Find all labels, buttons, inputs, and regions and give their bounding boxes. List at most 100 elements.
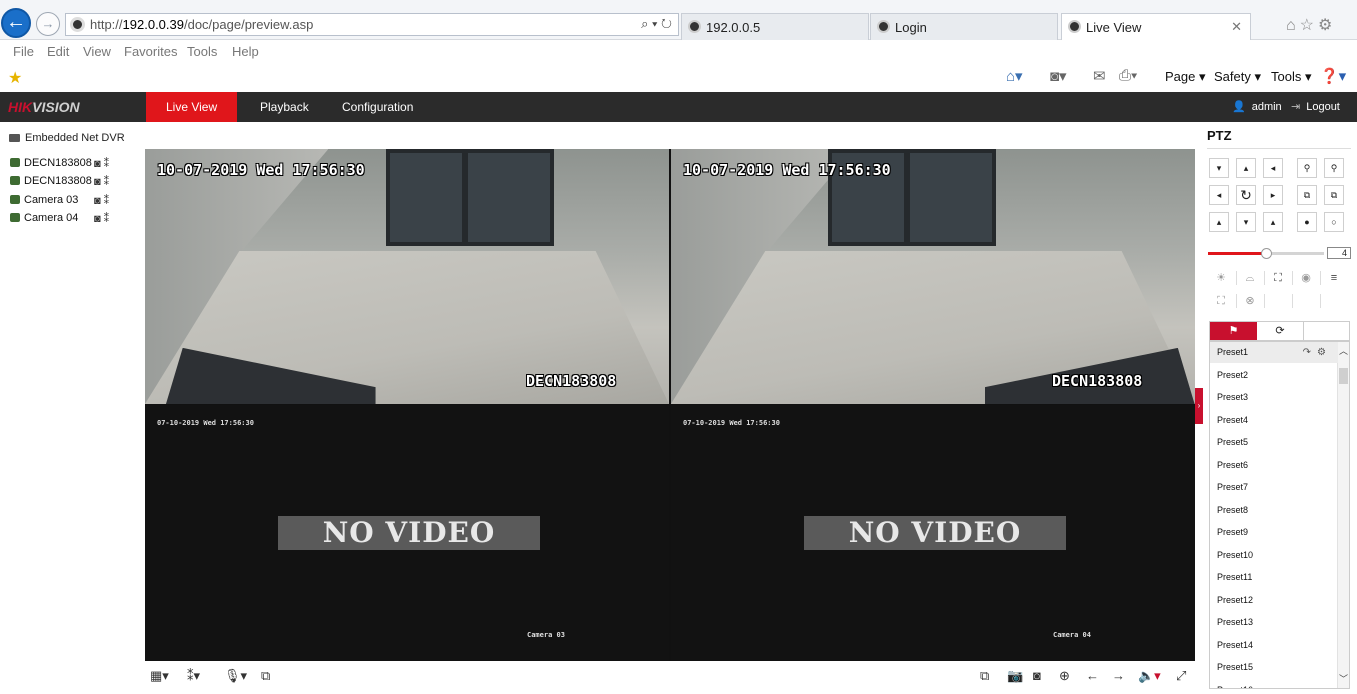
preset-item[interactable]: Preset10 bbox=[1210, 545, 1338, 566]
ptz-speed-slider[interactable] bbox=[1208, 248, 1324, 259]
ptz-control-icon[interactable]: ⁑ bbox=[104, 176, 113, 188]
preset-actions[interactable]: ↷⚙ bbox=[1303, 342, 1332, 363]
ptz-up-right-button[interactable]: ◂ bbox=[1263, 158, 1283, 178]
window-layout-icon[interactable]: ▦▾ bbox=[150, 668, 169, 684]
scroll-thumb[interactable] bbox=[1339, 368, 1348, 384]
gear-icon[interactable]: ⚙ bbox=[1318, 17, 1336, 34]
tools-menu[interactable]: Tools ▾ bbox=[1271, 69, 1312, 85]
address-search-refresh-icons[interactable]: ⌕ ▾ ↻ bbox=[641, 16, 672, 32]
auxiliary-focus-icon[interactable]: ⛶ bbox=[1267, 268, 1289, 288]
ptz-down-left-button[interactable]: ▴ bbox=[1209, 212, 1229, 232]
ptz-right-button[interactable]: ▸ bbox=[1263, 185, 1283, 205]
ptz-up-button[interactable]: ▴ bbox=[1236, 158, 1256, 178]
focus-far-icon[interactable]: ⧉ bbox=[1324, 185, 1344, 205]
ptz-up-left-button[interactable]: ▾ bbox=[1209, 158, 1229, 178]
preset-item[interactable]: Preset3 bbox=[1210, 387, 1338, 408]
previous-page-icon[interactable]: ← bbox=[1086, 668, 1099, 683]
menu-edit[interactable]: Edit bbox=[47, 44, 69, 59]
camera-item-2[interactable]: DECN183808 ◙⁑ bbox=[10, 175, 135, 188]
preset-item[interactable]: Preset15 bbox=[1210, 657, 1338, 678]
camera-actions[interactable]: ◙⁑ bbox=[94, 212, 112, 225]
menu-help[interactable]: Help bbox=[232, 44, 259, 59]
ptz-control-icon[interactable]: ⁑ bbox=[104, 158, 113, 170]
preset-item[interactable]: Preset13 bbox=[1210, 612, 1338, 633]
preset-scrollbar[interactable]: ︿ ﹀ bbox=[1337, 342, 1349, 688]
tab-presets[interactable]: ⚑ bbox=[1210, 322, 1257, 340]
preset-item[interactable]: Preset11 bbox=[1210, 567, 1338, 588]
microphone-icon[interactable]: 🎙▾ bbox=[224, 668, 247, 684]
browser-tab-2[interactable]: Login bbox=[870, 13, 1058, 40]
preset-item[interactable]: Preset12 bbox=[1210, 590, 1338, 611]
video-tile-3[interactable]: 07-10-2019 Wed 17:56:30 NO VIDEO Camera … bbox=[145, 405, 669, 661]
camera-actions[interactable]: ◙⁑ bbox=[94, 194, 112, 207]
3d-zoom-icon[interactable]: ⛶ bbox=[1210, 291, 1232, 311]
video-tile-2[interactable]: 10-07-2019 Wed 17:56:30 DECN183808 bbox=[671, 149, 1195, 404]
next-page-icon[interactable]: → bbox=[1112, 668, 1125, 683]
ptz-left-button[interactable]: ◂ bbox=[1209, 185, 1229, 205]
browser-tab-1[interactable]: 192.0.0.5 bbox=[681, 13, 869, 40]
ptz-control-icon[interactable]: ⁑ bbox=[104, 213, 113, 225]
menu-file[interactable]: File bbox=[13, 44, 34, 59]
panel-collapse-handle[interactable]: › bbox=[1195, 388, 1203, 424]
preset-item[interactable]: Preset8 bbox=[1210, 500, 1338, 521]
home-icon[interactable]: ⌂ bbox=[1286, 17, 1300, 34]
preset-item[interactable]: Preset6 bbox=[1210, 455, 1338, 476]
record-clip-icon[interactable]: ◙ bbox=[1033, 668, 1041, 683]
camera-item-4[interactable]: Camera 04 ◙⁑ bbox=[10, 212, 135, 225]
wiper-icon[interactable]: ⌓ bbox=[1239, 268, 1261, 288]
record-icon[interactable]: ◙ bbox=[94, 176, 104, 188]
ptz-control-icon[interactable]: ⁑ bbox=[104, 195, 113, 207]
menu-icon[interactable]: ≡ bbox=[1323, 268, 1345, 288]
forward-icon[interactable]: → bbox=[36, 12, 60, 36]
ptz-down-right-button[interactable]: ▴ bbox=[1263, 212, 1283, 232]
menu-favorites[interactable]: Favorites bbox=[124, 44, 177, 59]
zoom-icon[interactable]: ⊕ bbox=[1059, 668, 1070, 684]
preset-item[interactable]: Preset16 bbox=[1210, 680, 1338, 689]
page-menu[interactable]: Page ▾ bbox=[1165, 69, 1206, 85]
safety-menu[interactable]: Safety ▾ bbox=[1214, 69, 1261, 85]
call-preset-icon[interactable]: ↷ bbox=[1303, 347, 1317, 358]
ptz-down-button[interactable]: ▾ bbox=[1236, 212, 1256, 232]
address-bar[interactable]: http://192.0.0.39/doc/page/preview.asp ⌕… bbox=[65, 13, 679, 36]
stream-select-icon[interactable]: ⁑▾ bbox=[187, 668, 200, 684]
logout-button[interactable]: ⇥ Logout bbox=[1291, 100, 1340, 113]
ptz-auto-button[interactable]: ↻ bbox=[1236, 185, 1256, 205]
capture-multi-icon[interactable]: ⧉ bbox=[980, 668, 989, 684]
manual-track-icon[interactable]: ⊗ bbox=[1239, 291, 1261, 311]
video-tile-1[interactable]: 10-07-2019 Wed 17:56:30 DECN183808 bbox=[145, 149, 669, 404]
mail-icon[interactable]: ✉ bbox=[1093, 67, 1106, 85]
browser-tab-3[interactable]: Live View ✕ bbox=[1061, 13, 1251, 40]
light-icon[interactable]: ☀ bbox=[1210, 268, 1232, 288]
nav-live-view[interactable]: Live View bbox=[146, 92, 238, 122]
lens-init-icon[interactable]: ◉ bbox=[1295, 268, 1317, 288]
favorites-star-icon[interactable]: ★ bbox=[8, 68, 22, 88]
help-icon[interactable]: ❓▾ bbox=[1320, 67, 1346, 85]
preset-item[interactable]: Preset4 bbox=[1210, 410, 1338, 431]
back-icon[interactable]: ← bbox=[1, 8, 31, 38]
tab-patrols[interactable]: ⟳ bbox=[1257, 322, 1304, 340]
address-url[interactable]: http://192.0.0.39/doc/page/preview.asp bbox=[90, 17, 313, 32]
print-icon[interactable]: ⎙▾ bbox=[1119, 67, 1137, 84]
menu-view[interactable]: View bbox=[83, 44, 111, 59]
scroll-down-icon[interactable]: ﹀ bbox=[1338, 672, 1349, 686]
preset-item[interactable]: Preset1 ↷⚙ bbox=[1210, 342, 1338, 363]
camera-actions[interactable]: ◙⁑ bbox=[94, 157, 112, 170]
preset-item[interactable]: Preset9 bbox=[1210, 522, 1338, 543]
camera-item-3[interactable]: Camera 03 ◙⁑ bbox=[10, 194, 135, 207]
ptz-speed-handle[interactable] bbox=[1261, 248, 1272, 259]
snapshot-icon[interactable]: 📷 bbox=[1007, 668, 1023, 684]
zoom-out-icon[interactable]: ⚲ bbox=[1297, 158, 1317, 178]
camera-actions[interactable]: ◙⁑ bbox=[94, 175, 112, 188]
stop-all-icon[interactable]: ⧉ bbox=[261, 668, 270, 684]
star-icon[interactable]: ☆ bbox=[1300, 17, 1318, 34]
preset-item[interactable]: Preset7 bbox=[1210, 477, 1338, 498]
camera-item-1[interactable]: DECN183808 ◙⁑ bbox=[10, 157, 135, 170]
fullscreen-icon[interactable]: ⤢ bbox=[1176, 668, 1186, 684]
rss-icon[interactable]: ◙▾ bbox=[1050, 67, 1067, 85]
close-tab-icon[interactable]: ✕ bbox=[1231, 19, 1242, 35]
audio-icon[interactable]: 🔈▾ bbox=[1138, 668, 1161, 684]
user-account[interactable]: 👤 admin bbox=[1232, 100, 1282, 113]
iris-close-icon[interactable]: ○ bbox=[1324, 212, 1344, 232]
zoom-in-icon[interactable]: ⚲ bbox=[1324, 158, 1344, 178]
home-icon[interactable]: ⌂▾ bbox=[1006, 67, 1023, 85]
